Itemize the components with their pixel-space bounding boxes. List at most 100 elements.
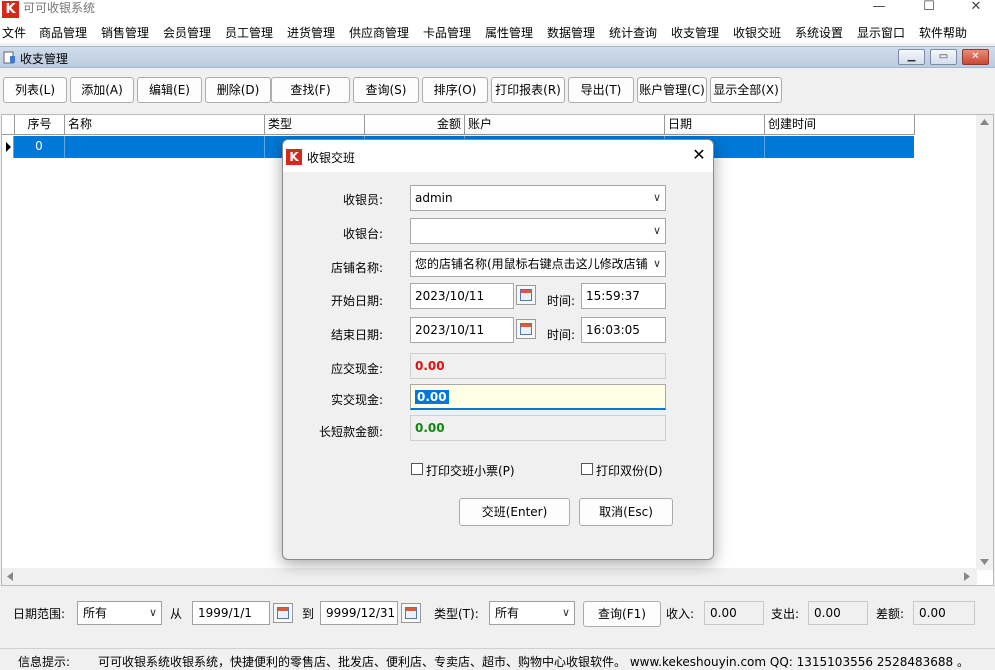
menu-file[interactable]: 文件 [2,24,26,41]
add-button[interactable]: 添加(A) [70,77,134,103]
date-range-select[interactable]: 所有 ∨ [77,601,162,625]
list-button[interactable]: 列表(L) [3,77,67,103]
scroll-up-icon[interactable] [980,119,989,125]
chevron-down-icon: ∨ [652,224,661,237]
chevron-down-icon: ∨ [148,606,157,619]
menu-windows[interactable]: 显示窗口 [857,24,905,41]
end-time-label: 时间: [547,328,576,342]
minimize-button[interactable]: — [856,0,902,16]
scroll-right-icon[interactable] [964,572,970,581]
account-management-button[interactable]: 账户管理(C) [637,77,707,103]
to-label: 到 [302,607,315,621]
register-select[interactable]: ∨ [410,218,666,244]
start-time-input[interactable]: 15:59:37 [581,283,666,309]
cashier-label: 收银员: [342,193,383,207]
actual-cash-input[interactable]: 0.00 [410,384,666,410]
menu-members[interactable]: 会员管理 [163,24,211,41]
menu-data[interactable]: 数据管理 [547,24,595,41]
calendar-icon[interactable] [516,285,536,305]
dialog-title-bar: K 收银交班 ✕ [283,140,713,172]
chevron-down-icon: ∨ [652,191,661,204]
status-label: 信息提示: [18,655,71,669]
store-name-select[interactable]: 您的店铺名称(用鼠标右键点击这儿修改店铺 ∨ [410,251,666,277]
scroll-down-icon[interactable] [980,559,989,565]
export-button[interactable]: 导出(T) [568,77,634,103]
menu-purchase[interactable]: 进货管理 [287,24,335,41]
print-double-checkbox[interactable] [581,463,593,475]
menu-settings[interactable]: 系统设置 [795,24,843,41]
horizontal-scrollbar[interactable] [2,568,977,585]
delete-button[interactable]: 删除(D) [205,77,271,103]
difference-value: 0.00 [410,415,666,441]
type-select[interactable]: 所有 ∨ [489,601,575,625]
query-button[interactable]: 查询(S) [353,77,419,103]
edit-button[interactable]: 编辑(E) [137,77,202,103]
print-double-label[interactable]: 打印双份(D) [596,462,663,479]
menu-suppliers[interactable]: 供应商管理 [349,24,409,41]
show-all-button[interactable]: 显示全部(X) [710,77,782,103]
print-receipt-checkbox[interactable] [411,463,423,475]
income-value: 0.00 [704,601,764,625]
grid-corner [2,115,15,135]
cell-divider [264,136,265,158]
child-restore-button[interactable]: ▭ [930,49,957,65]
column-header-seq[interactable]: 序号 [15,115,65,135]
end-time-input[interactable]: 16:03:05 [581,317,666,343]
type-value: 所有 [495,606,520,620]
calendar-icon[interactable] [273,603,293,623]
child-close-button[interactable]: ✕ [962,49,989,65]
cancel-button[interactable]: 取消(Esc) [579,498,673,526]
child-window-title-bar: 收支管理 ▁ ▭ ✕ [0,46,995,68]
chevron-down-icon: ∨ [561,606,570,619]
expense-label: 支出: [771,607,800,621]
menu-sales[interactable]: 销售管理 [101,24,149,41]
cashier-value: admin [415,191,453,205]
column-header-amount[interactable]: 金额 [365,115,465,135]
confirm-handover-button[interactable]: 交班(Enter) [459,498,570,526]
to-date-input[interactable]: 9999/12/31 [320,601,398,625]
cell-divider [64,136,65,158]
status-bar: 信息提示: 可可收银系统收银系统，快捷便利的零售店、批发店、便利店、专卖店、超市… [0,648,995,670]
document-icon [3,51,15,64]
menu-staff[interactable]: 员工管理 [225,24,273,41]
end-date-input[interactable]: 2023/10/11 [410,317,514,343]
menu-attributes[interactable]: 属性管理 [485,24,533,41]
child-minimize-button[interactable]: ▁ [898,49,925,65]
cell-seq: 0 [35,139,43,153]
column-header-date[interactable]: 日期 [665,115,765,135]
print-report-button[interactable]: 打印报表(R) [491,77,565,103]
date-range-label: 日期范围: [13,607,66,621]
store-name-value: 您的店铺名称(用鼠标右键点击这儿修改店铺 [415,257,648,271]
close-button[interactable]: ✕ [953,0,995,16]
calendar-icon[interactable] [401,603,421,623]
column-header-name[interactable]: 名称 [65,115,265,135]
diff-label: 差额: [876,607,905,621]
menu-income-expense[interactable]: 收支管理 [671,24,719,41]
menu-help[interactable]: 软件帮助 [919,24,967,41]
find-button[interactable]: 查找(F) [271,77,350,103]
from-date-input[interactable]: 1999/1/1 [192,601,270,625]
column-header-account[interactable]: 账户 [465,115,665,135]
print-receipt-label[interactable]: 打印交班小票(P) [426,462,515,479]
calendar-icon[interactable] [516,319,536,339]
column-header-type[interactable]: 类型 [265,115,365,135]
expense-value: 0.00 [808,601,868,625]
menu-products[interactable]: 商品管理 [39,24,87,41]
app-logo-icon: K [286,149,302,165]
filter-query-button[interactable]: 查询(F1) [583,601,661,627]
scroll-left-icon[interactable] [7,572,13,581]
due-cash-label: 应交现金: [330,362,383,376]
start-date-input[interactable]: 2023/10/11 [410,283,514,309]
cashier-select[interactable]: admin ∨ [410,185,666,211]
app-logo-icon: K [2,1,19,18]
sort-button[interactable]: 排序(O) [422,77,488,103]
column-header-created[interactable]: 创建时间 [765,115,915,135]
menu-statistics[interactable]: 统计查询 [609,24,657,41]
dialog-close-icon[interactable]: ✕ [688,146,710,166]
maximize-button[interactable]: ☐ [906,0,952,16]
vertical-scrollbar[interactable] [976,115,993,570]
menu-shift-handover[interactable]: 收银交班 [733,24,781,41]
income-label: 收入: [666,607,695,621]
menu-cards[interactable]: 卡品管理 [423,24,471,41]
chevron-down-icon: ∨ [652,252,661,276]
